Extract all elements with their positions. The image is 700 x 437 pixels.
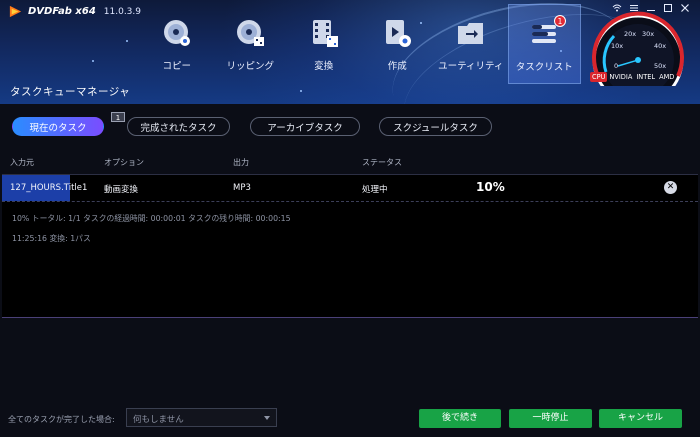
tab-label: アーカイブタスク	[267, 122, 343, 134]
chevron-down-icon	[264, 416, 270, 420]
cancel-button[interactable]: キャンセル	[599, 409, 682, 428]
task-option: 動画変換	[104, 185, 139, 195]
task-progress: 10%	[476, 180, 505, 194]
nav-item-utility[interactable]: ユーティリティ	[434, 4, 508, 84]
tab-label: 現在のタスク	[29, 122, 87, 134]
task-count-badge: 1	[554, 15, 566, 27]
tab-current-tasks[interactable]: 現在のタスク 1	[12, 112, 125, 136]
gauge-label-cpu[interactable]: CPU	[590, 72, 608, 82]
log-line-pass: 11:25:16 変換: 1パス	[12, 234, 91, 243]
pause-button[interactable]: 一時停止	[509, 409, 592, 428]
nav-label: 変換	[314, 61, 334, 72]
task-source: 127_HOURS.Title1	[10, 183, 88, 193]
footer: 全てのタスクが完了した場合: 何もしません 後で続き 一時停止 キャンセル	[0, 400, 700, 437]
tab-completed-tasks[interactable]: 完成されたタスク	[127, 117, 230, 136]
nav-label: タスクリスト	[515, 62, 573, 73]
nav-item-task-list[interactable]: 1 タスクリスト	[507, 4, 581, 84]
task-output: MP3	[233, 183, 251, 193]
gauge-label-amd[interactable]: AMD	[657, 72, 676, 82]
film-convert-icon	[312, 20, 338, 47]
disc-rip-icon	[237, 20, 265, 46]
dvdfab-logo-icon	[9, 5, 22, 18]
gauge-tick: 20x	[624, 30, 636, 38]
page-title: タスクキューマネージャ	[10, 86, 131, 98]
tab-label: スクジュールタスク	[393, 122, 478, 134]
select-value: 何もしません	[133, 415, 184, 425]
main-nav: コピー リッピング 変換 作成 ユーティリティ 1 タスクリスト	[140, 4, 581, 84]
nav-label: 作成	[387, 61, 407, 72]
tab-archive-tasks[interactable]: アーカイブタスク	[250, 117, 360, 136]
folder-utility-icon	[457, 23, 483, 44]
tab-scheduled-tasks[interactable]: スクジュールタスク	[379, 117, 492, 136]
column-headers: 入力元 オプション 出力 ステータス	[0, 154, 700, 174]
gauge-tick: 40x	[654, 42, 666, 50]
nav-item-create[interactable]: 作成	[361, 4, 435, 84]
gauge-label-nvidia[interactable]: NVIDIA	[607, 72, 634, 82]
header: DVDFab x64 11.0.3.9 コピー リッピング 変換 作成 ユーティ…	[0, 0, 700, 104]
on-complete-label: 全てのタスクが完了した場合:	[8, 415, 115, 424]
task-panel: 127_HOURS.Title1 動画変換 MP3 処理中 10% ✕ 10% …	[2, 174, 698, 318]
on-complete-select[interactable]: 何もしません	[126, 408, 277, 427]
gauge-tick: 10x	[611, 42, 623, 50]
film-create-icon	[386, 20, 412, 47]
tab-label: 完成されたタスク	[140, 122, 217, 134]
remove-task-icon[interactable]: ✕	[664, 181, 677, 194]
task-status: 処理中	[362, 185, 388, 195]
column-header-option: オプション	[104, 158, 144, 167]
continue-later-button[interactable]: 後で続き	[419, 409, 501, 428]
task-queue-manager: 現在のタスク 1 完成されたタスク アーカイブタスク スクジュールタスク 入力元…	[0, 104, 700, 437]
app-version: 11.0.3.9	[103, 6, 141, 17]
nav-item-convert[interactable]: 変換	[287, 4, 361, 84]
task-tabs: 現在のタスク 1 完成されたタスク アーカイブタスク スクジュールタスク	[12, 112, 492, 136]
nav-label: コピー	[162, 61, 191, 72]
brand: DVDFab x64 11.0.3.9	[8, 4, 141, 19]
app-name: DVDFab x64	[28, 6, 96, 17]
gauge-tick: 0	[614, 62, 618, 70]
column-header-source: 入力元	[10, 158, 34, 167]
nav-label: リッピング	[226, 61, 274, 72]
column-header-status: ステータス	[362, 158, 402, 167]
nav-item-ripping[interactable]: リッピング	[214, 4, 288, 84]
gauge-tick: 30x	[642, 30, 654, 38]
log-line-progress: 10% トータル: 1/1 タスクの経過時間: 00:00:01 タスクの残り時…	[12, 214, 291, 223]
column-header-output: 出力	[233, 158, 249, 167]
nav-label: ユーティリティ	[438, 61, 504, 72]
tab-count-badge: 1	[111, 112, 125, 122]
gauge-tick: 50x	[654, 62, 666, 70]
disc-copy-icon	[163, 20, 190, 46]
gauge-label-intel[interactable]: INTEL	[634, 72, 657, 82]
nav-item-copy[interactable]: コピー	[140, 4, 214, 84]
gauge-labels: CPU NVIDIA INTEL AMD	[590, 72, 676, 82]
table-row[interactable]: 127_HOURS.Title1 動画変換 MP3 処理中 10% ✕	[2, 175, 698, 202]
